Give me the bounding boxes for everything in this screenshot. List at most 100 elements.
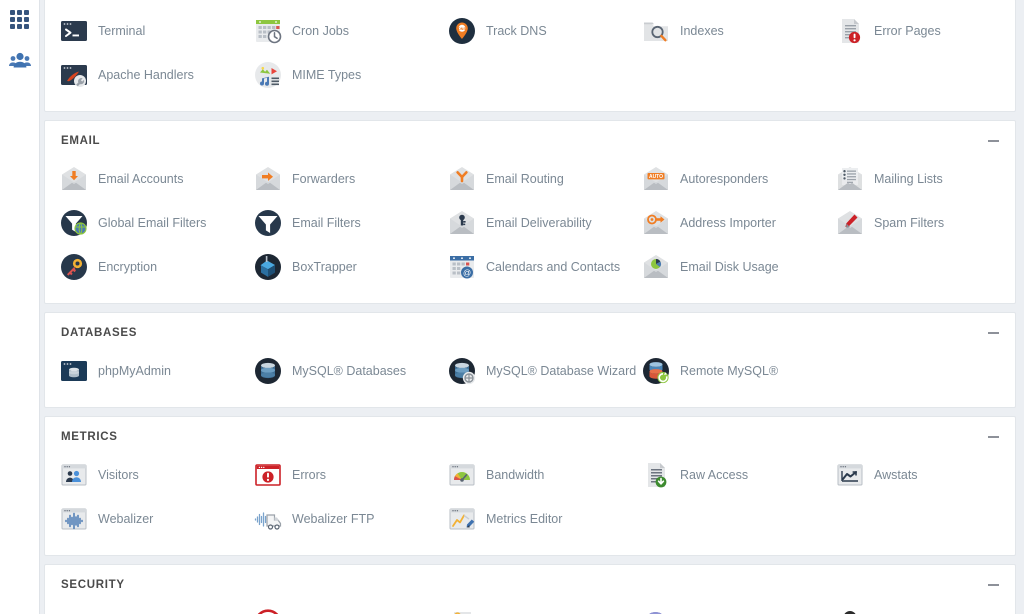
tile-webalizer[interactable]: Webalizer: [45, 497, 239, 541]
email-accounts-icon: [59, 164, 89, 194]
tile-label: Track DNS: [486, 23, 547, 38]
tile-manage-api-tokens[interactable]: APIManage API Tokens: [627, 601, 821, 614]
tile-mysql-databases[interactable]: MySQL® Databases: [239, 349, 433, 393]
tile-mailing-lists[interactable]: Mailing Lists: [821, 157, 1015, 201]
tile-label: Webalizer FTP: [292, 511, 375, 526]
tile-hotlink-protection[interactable]: Hotlink Protection: [821, 601, 1015, 614]
tile-remote-mysql[interactable]: Remote MySQL®: [627, 349, 821, 393]
panel-header-databases: DATABASES: [45, 313, 1015, 345]
tile-label: Mailing Lists: [874, 171, 943, 186]
tile-email-accounts[interactable]: Email Accounts: [45, 157, 239, 201]
tile-indexes[interactable]: Indexes: [627, 9, 821, 53]
bandwidth-icon: [447, 460, 477, 490]
ssh-access-icon: SSH: [59, 608, 89, 614]
tile-encryption[interactable]: Encryption: [45, 245, 239, 289]
sidebar: [0, 0, 40, 614]
tile-email-filters[interactable]: Email Filters: [239, 201, 433, 245]
users-icon: [8, 52, 31, 68]
tile-email-disk-usage[interactable]: Email Disk Usage: [627, 245, 821, 289]
tile-label: Apache Handlers: [98, 67, 194, 82]
tile-email-routing[interactable]: Email Routing: [433, 157, 627, 201]
tile-label: Visitors: [98, 467, 139, 482]
email-routing-icon: [447, 164, 477, 194]
email-deliverability-icon: [447, 208, 477, 238]
tile-global-email-filters[interactable]: Global Email Filters: [45, 201, 239, 245]
tile-error-pages[interactable]: Error Pages: [821, 9, 1015, 53]
tile-label: Email Deliverability: [486, 215, 592, 230]
tile-apache-handlers[interactable]: Apache Handlers: [45, 53, 239, 97]
metrics-editor-icon: [447, 504, 477, 534]
minus-icon: [987, 332, 999, 334]
panel-email: EMAIL Email Accounts Forwarders Email Routi…: [44, 120, 1016, 304]
tile-phpmyadmin[interactable]: phpMyAdmin: [45, 349, 239, 393]
tile-label: Forwarders: [292, 171, 356, 186]
tile-bandwidth[interactable]: Bandwidth: [433, 453, 627, 497]
tile-awstats[interactable]: Awstats: [821, 453, 1015, 497]
tile-raw-access[interactable]: Raw Access: [627, 453, 821, 497]
tile-address-importer[interactable]: Address Importer: [627, 201, 821, 245]
tile-label: MIME Types: [292, 67, 362, 82]
tile-label: Autoresponders: [680, 171, 769, 186]
tile-email-deliverability[interactable]: Email Deliverability: [433, 201, 627, 245]
tile-label: phpMyAdmin: [98, 363, 171, 378]
error-pages-icon: [835, 16, 865, 46]
collapse-section-button[interactable]: [985, 429, 1001, 445]
tile-label: Indexes: [680, 23, 724, 38]
tile-label: Errors: [292, 467, 327, 482]
errors-icon: [253, 460, 283, 490]
tile-mime-types[interactable]: MIME Types: [239, 53, 433, 97]
email-filters-icon: [253, 208, 283, 238]
visitors-icon: [59, 460, 89, 490]
tile-track-dns[interactable]: DNS Track DNS: [433, 9, 627, 53]
tile-autoresponders[interactable]: AUTO Autoresponders: [627, 157, 821, 201]
minus-icon: [987, 140, 999, 142]
panel-security: SECURITY SSHSSH AccessIPIP BlockerSSL/TLS…: [44, 564, 1016, 614]
tile-label: Encryption: [98, 259, 158, 274]
tile-terminal[interactable]: Terminal: [45, 9, 239, 53]
webalizer-icon: [59, 504, 89, 534]
tile-ssh-access[interactable]: SSHSSH Access: [45, 601, 239, 614]
cron-jobs-icon: [253, 16, 283, 46]
tile-ip-blocker[interactable]: IPIP Blocker: [239, 601, 433, 614]
collapse-section-button[interactable]: [985, 325, 1001, 341]
tile-boxtrapper[interactable]: BoxTrapper: [239, 245, 433, 289]
tile-label: BoxTrapper: [292, 259, 357, 274]
panel-body-email: Email Accounts Forwarders Email Routing AUT…: [45, 153, 1015, 303]
panel-header-email: EMAIL: [45, 121, 1015, 153]
tile-label: Address Importer: [680, 215, 776, 230]
tile-errors[interactable]: Errors: [239, 453, 433, 497]
ssl-tls-icon: [447, 608, 477, 614]
sidebar-item-apps[interactable]: [7, 6, 33, 32]
tile-label: Error Pages: [874, 23, 941, 38]
hotlink-protection-icon: [835, 608, 865, 614]
tile-label: Terminal: [98, 23, 146, 38]
tile-webalizer-ftp[interactable]: Webalizer FTP: [239, 497, 433, 541]
minus-icon: [987, 584, 999, 586]
tile-metrics-editor[interactable]: Metrics Editor: [433, 497, 627, 541]
tile-label: Remote MySQL®: [680, 363, 779, 378]
email-disk-usage-icon: [641, 252, 671, 282]
tile-forwarders[interactable]: Forwarders: [239, 157, 433, 201]
svg-text:DNS: DNS: [458, 27, 466, 31]
tile-spam-filters[interactable]: Spam Filters: [821, 201, 1015, 245]
tile-calendars-and-contacts[interactable]: @ Calendars and Contacts: [433, 245, 627, 289]
apps-grid-icon: [10, 9, 29, 29]
collapse-section-button[interactable]: [985, 133, 1001, 149]
panel-body-security: SSHSSH AccessIPIP BlockerSSL/TLSAPIManag…: [45, 597, 1015, 614]
tile-mysql-database-wizard[interactable]: MySQL® Database Wizard: [433, 349, 636, 393]
main-content: Terminal Cron Jobs DNS Track DNS Indexes Erro…: [40, 0, 1024, 614]
panel-title: SECURITY: [61, 579, 125, 591]
panel-header-security: SECURITY: [45, 565, 1015, 597]
spam-filters-icon: [835, 208, 865, 238]
tile-cron-jobs[interactable]: Cron Jobs: [239, 9, 433, 53]
tile-ssl-tls[interactable]: SSL/TLS: [433, 601, 627, 614]
terminal-icon: [59, 16, 89, 46]
tile-visitors[interactable]: Visitors: [45, 453, 239, 497]
track-dns-icon: DNS: [447, 16, 477, 46]
collapse-section-button[interactable]: [985, 577, 1001, 593]
cpanel-page: Terminal Cron Jobs DNS Track DNS Indexes Erro…: [0, 0, 1024, 614]
remote-mysql-icon: [641, 356, 671, 386]
global-email-filters-icon: [59, 208, 89, 238]
sidebar-item-users[interactable]: [7, 48, 33, 74]
tile-label: Email Routing: [486, 171, 564, 186]
